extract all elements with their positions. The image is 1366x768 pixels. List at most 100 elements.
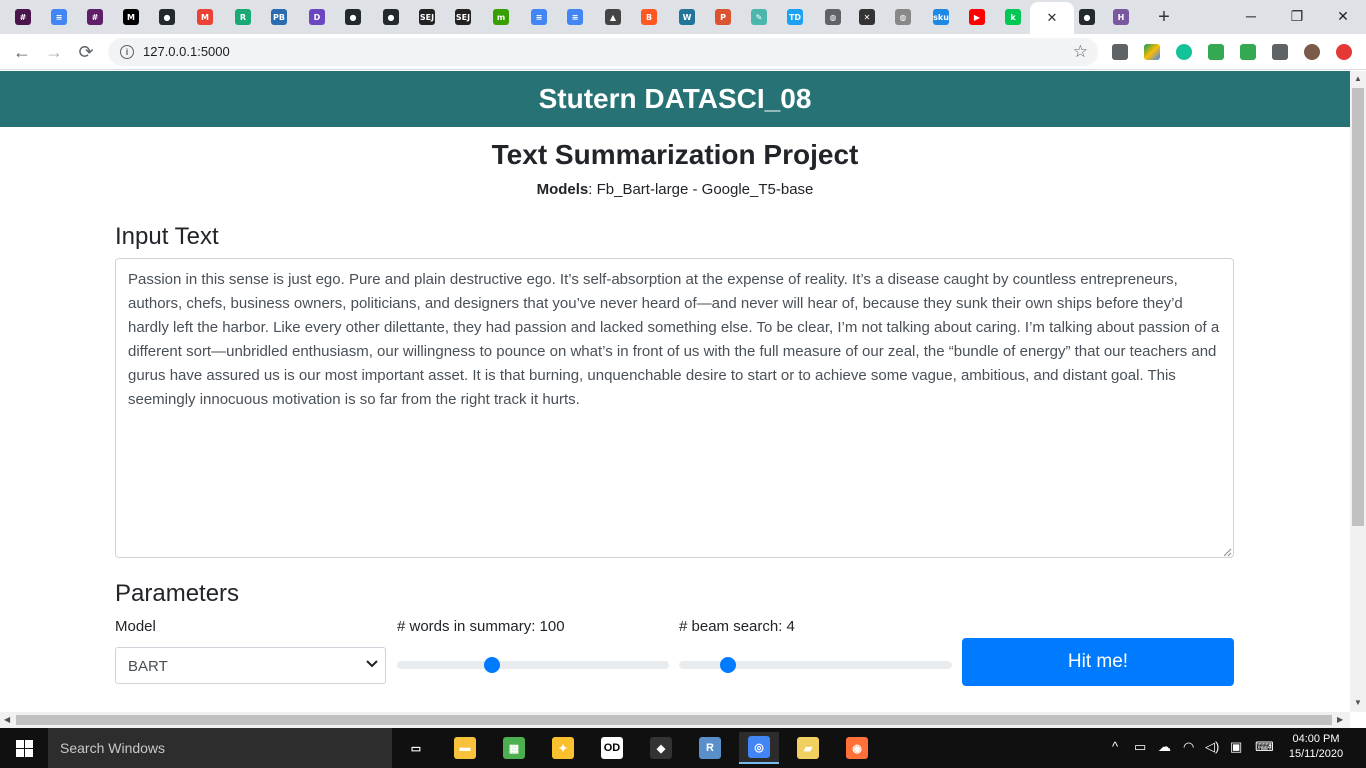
minimize-button[interactable]: ─ bbox=[1228, 4, 1274, 28]
browser-tab[interactable]: ▲ bbox=[598, 4, 628, 30]
scroll-right-arrow-icon[interactable]: ▶ bbox=[1337, 715, 1343, 724]
profile-avatar[interactable] bbox=[1304, 44, 1320, 60]
taskbar-app[interactable]: ▭ bbox=[396, 732, 436, 764]
horizontal-scroll-thumb[interactable] bbox=[16, 715, 1332, 725]
taskbar-app[interactable]: ▬ bbox=[445, 732, 485, 764]
extension-icon[interactable] bbox=[1112, 44, 1128, 60]
taskbar-app[interactable]: ▰ bbox=[788, 732, 828, 764]
scroll-left-arrow-icon[interactable]: ◀ bbox=[4, 715, 10, 724]
search-placeholder: Search Windows bbox=[60, 740, 166, 756]
slider-thumb[interactable] bbox=[484, 657, 501, 673]
heroku-icon: H bbox=[1113, 9, 1129, 25]
taskbar-app[interactable]: ▦ bbox=[494, 732, 534, 764]
reload-button[interactable]: ⟳ bbox=[74, 40, 98, 64]
browser-tab[interactable]: H bbox=[1106, 4, 1136, 30]
browser-tab[interactable]: ● bbox=[376, 4, 406, 30]
browser-tab[interactable]: ◍ bbox=[818, 4, 848, 30]
browser-tab[interactable]: SEJ bbox=[448, 4, 478, 30]
taskbar-app[interactable]: R bbox=[690, 732, 730, 764]
vertical-scroll-thumb[interactable] bbox=[1352, 88, 1364, 526]
browser-tab[interactable]: # bbox=[8, 4, 38, 30]
input-textarea[interactable]: Passion in this sense is just ego. Pure … bbox=[115, 258, 1234, 558]
taskbar-app[interactable]: OD bbox=[592, 732, 632, 764]
github-icon: ● bbox=[159, 9, 175, 25]
browser-tab[interactable]: ● bbox=[338, 4, 368, 30]
address-bar[interactable]: i 127.0.0.1:5000 ☆ bbox=[108, 38, 1098, 66]
hit-me-button[interactable]: Hit me! bbox=[962, 638, 1234, 686]
browser-tab[interactable]: # bbox=[80, 4, 110, 30]
system-clock[interactable]: 04:00 PM 15/11/2020 bbox=[1280, 732, 1352, 762]
browser-tab[interactable]: ≡ bbox=[44, 4, 74, 30]
battery-icon[interactable]: ▭ bbox=[1134, 739, 1146, 755]
browser-tab[interactable]: M bbox=[190, 4, 220, 30]
scroll-down-arrow-icon[interactable]: ▼ bbox=[1354, 698, 1362, 707]
browser-tab[interactable]: W bbox=[672, 4, 702, 30]
url-text[interactable]: 127.0.0.1:5000 bbox=[143, 44, 230, 59]
keyboard-icon[interactable]: ⌨ bbox=[1255, 739, 1274, 755]
spreadsheet-app-icon: ▦ bbox=[503, 737, 525, 759]
close-icon[interactable]: ✕ bbox=[1044, 10, 1060, 26]
puzzle-extensions-icon[interactable] bbox=[1272, 44, 1288, 60]
model-select[interactable]: BART bbox=[115, 647, 386, 684]
notification-icon[interactable]: ▣ bbox=[1230, 739, 1242, 755]
info-icon[interactable]: i bbox=[120, 45, 134, 59]
file-explorer-icon: ▬ bbox=[454, 737, 476, 759]
forward-button[interactable]: → bbox=[42, 40, 66, 64]
new-tab-button[interactable]: + bbox=[1153, 6, 1175, 28]
browser-tab[interactable]: ◍ bbox=[888, 4, 918, 30]
slider-thumb[interactable] bbox=[720, 657, 737, 673]
bookmark-star-icon[interactable]: ☆ bbox=[1073, 42, 1088, 62]
printer-extension-icon[interactable] bbox=[1208, 44, 1224, 60]
task-view-icon: ▭ bbox=[405, 737, 427, 759]
taskbar-app[interactable]: ◉ bbox=[837, 732, 877, 764]
slider-track bbox=[397, 661, 669, 669]
google-docs-icon: ≡ bbox=[567, 9, 583, 25]
taskbar-app[interactable]: ◆ bbox=[641, 732, 681, 764]
browser-tab[interactable]: R bbox=[228, 4, 258, 30]
download-extension-icon[interactable] bbox=[1240, 44, 1256, 60]
browser-tab[interactable]: k bbox=[998, 4, 1028, 30]
resize-grip-icon[interactable] bbox=[1222, 547, 1232, 557]
browser-tab[interactable]: D bbox=[302, 4, 332, 30]
beam-search-slider[interactable] bbox=[679, 657, 952, 673]
tray-chevron-icon[interactable]: ^ bbox=[1112, 739, 1118, 754]
grammarly-icon[interactable] bbox=[1176, 44, 1192, 60]
browser-tab[interactable]: SEJ bbox=[412, 4, 442, 30]
browser-tab-strip: # ≡ # M ● M R PB D ● ● SEJ SEJ m ≡ ≡ ▲ B W P ✎ TD ◍ ✕ ◍ sku ▶ k ✕ ● H … bbox=[0, 0, 1366, 34]
back-button[interactable]: ← bbox=[10, 40, 34, 64]
windows-search-box[interactable]: Search Windows bbox=[48, 728, 392, 768]
browser-tab[interactable]: ● bbox=[152, 4, 182, 30]
browser-tab[interactable]: M bbox=[116, 4, 146, 30]
start-button[interactable] bbox=[0, 728, 48, 768]
browser-tab[interactable]: ▶ bbox=[962, 4, 992, 30]
globe-icon: ◍ bbox=[895, 9, 911, 25]
browser-tab[interactable]: ● bbox=[1072, 4, 1102, 30]
volume-icon[interactable]: ◁) bbox=[1205, 739, 1219, 755]
horizontal-scrollbar[interactable]: ◀ ▶ bbox=[0, 712, 1350, 728]
browser-tab[interactable]: m bbox=[486, 4, 516, 30]
taskbar-app[interactable]: ◎ bbox=[739, 732, 779, 764]
models-value: : Fb_Bart-large - Google_T5-base bbox=[588, 181, 814, 198]
browser-tab[interactable]: TD bbox=[780, 4, 810, 30]
update-icon[interactable] bbox=[1336, 44, 1352, 60]
maximize-button[interactable]: ❐ bbox=[1274, 4, 1320, 28]
models-label: Models bbox=[536, 181, 589, 198]
tab-active[interactable]: ✕ bbox=[1030, 2, 1074, 34]
browser-tab[interactable]: ≡ bbox=[560, 4, 590, 30]
beam-search-label: # beam search: 4 bbox=[679, 618, 795, 635]
scroll-up-arrow-icon[interactable]: ▲ bbox=[1354, 74, 1362, 83]
browser-tab[interactable]: sku bbox=[926, 4, 956, 30]
onedrive-icon[interactable]: ☁ bbox=[1158, 739, 1171, 755]
taskbar-app[interactable]: ✦ bbox=[543, 732, 583, 764]
close-window-button[interactable]: ✕ bbox=[1320, 4, 1366, 28]
browser-tab[interactable]: ✎ bbox=[744, 4, 774, 30]
browser-tab[interactable]: ≡ bbox=[524, 4, 554, 30]
words-in-summary-slider[interactable] bbox=[397, 657, 669, 673]
google-drive-icon[interactable] bbox=[1144, 44, 1160, 60]
browser-tab[interactable]: ✕ bbox=[852, 4, 882, 30]
wifi-icon[interactable]: ◠ bbox=[1183, 739, 1194, 755]
browser-tab[interactable]: PB bbox=[264, 4, 294, 30]
vertical-scrollbar[interactable]: ▲ ▼ bbox=[1350, 71, 1366, 712]
browser-tab[interactable]: B bbox=[634, 4, 664, 30]
browser-tab[interactable]: P bbox=[708, 4, 738, 30]
